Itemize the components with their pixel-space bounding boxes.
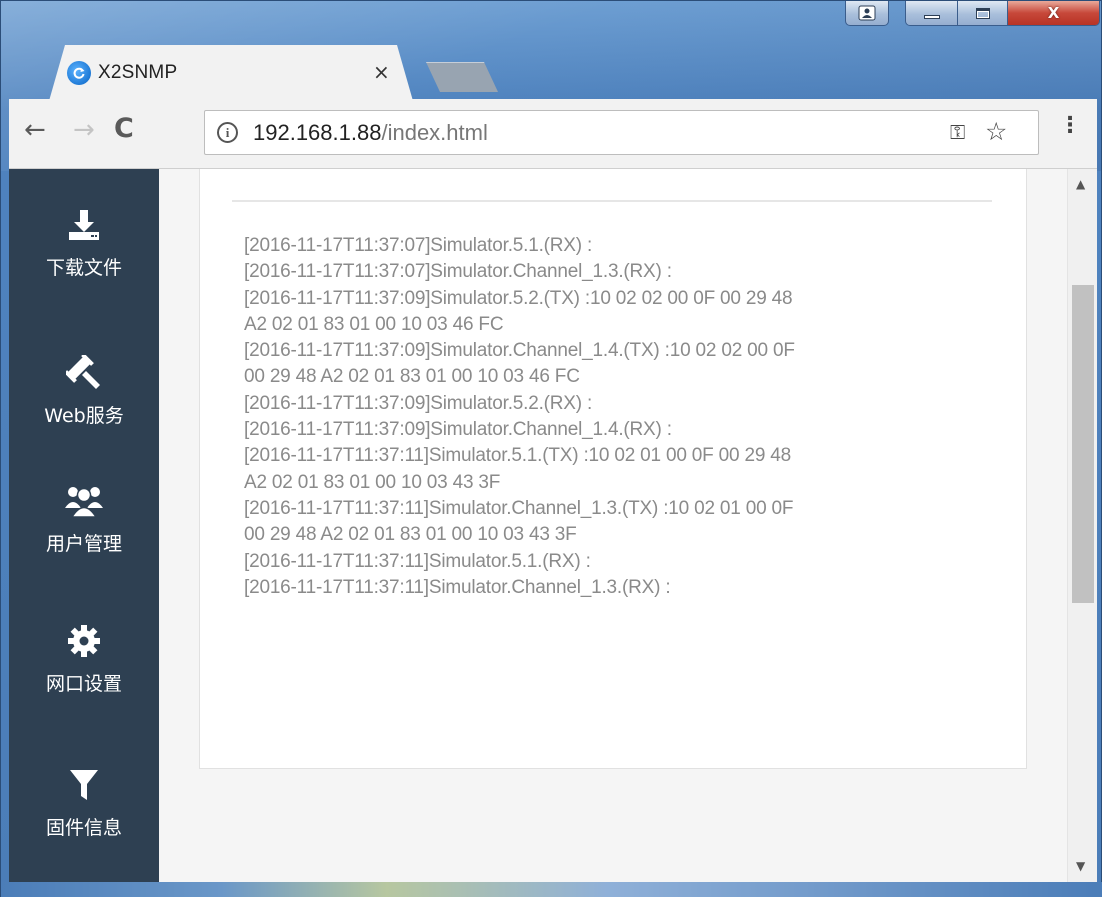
sidebar-item-label: 固件信息: [45, 817, 122, 839]
browser-window: X X2SNMP × ← → C i 192.168.1.88/index.ht…: [0, 0, 1102, 897]
download-icon: [64, 205, 104, 245]
log-line: [2016-11-17T11:37:09]Simulator.Channel_1…: [244, 340, 795, 362]
key-icon[interactable]: ⚿: [950, 120, 965, 144]
sidebar-item-label: 网口设置: [45, 673, 122, 695]
gear-icon: [64, 621, 104, 661]
users-icon: [64, 481, 104, 521]
forward-arrow-icon[interactable]: →: [73, 115, 95, 145]
panel-divider: [232, 200, 992, 202]
scroll-up-arrow-icon[interactable]: ▲: [1076, 177, 1085, 191]
window-caption-buttons: X: [905, 1, 1100, 26]
log-line: [2016-11-17T11:37:11]Simulator.5.1.(TX) …: [244, 445, 792, 467]
sidebar-item-firmware-info[interactable]: 固件信息: [9, 765, 159, 865]
page-viewport: 下载文件 Web服务 用户管理 网口设置 固件信息 [2016-11-17T11…: [9, 169, 1097, 882]
log-line: [2016-11-17T11:37:09]Simulator.Channel_1…: [244, 419, 672, 441]
log-line: [2016-11-17T11:37:09]Simulator.5.2.(TX) …: [244, 287, 793, 309]
tab-title: X2SNMP: [98, 62, 178, 83]
minimize-button[interactable]: [906, 1, 959, 25]
sidebar-item-web-service[interactable]: Web服务: [9, 353, 159, 453]
user-profile-button[interactable]: [845, 1, 889, 26]
sidebar-item-network-settings[interactable]: 网口设置: [9, 621, 159, 721]
gavel-icon: [64, 353, 104, 393]
sidebar-item-label: Web服务: [44, 405, 124, 427]
filter-icon: [64, 765, 104, 805]
log-line: [2016-11-17T11:37:07]Simulator.5.1.(RX) …: [244, 235, 593, 256]
reload-icon[interactable]: C: [114, 113, 134, 144]
sidebar: 下载文件 Web服务 用户管理 网口设置 固件信息: [9, 169, 159, 882]
log-line: [2016-11-17T11:37:11]Simulator.Channel_1…: [244, 576, 671, 598]
close-window-button[interactable]: X: [1007, 1, 1099, 25]
address-bar[interactable]: i 192.168.1.88/index.html ⚿ ☆: [204, 110, 1039, 155]
user-icon: [858, 5, 876, 21]
log-line: [2016-11-17T11:37:11]Simulator.Channel_1…: [244, 497, 794, 519]
sidebar-item-label: 用户管理: [45, 533, 122, 555]
url-path: /index.html: [381, 120, 488, 145]
sidebar-item-download[interactable]: 下载文件: [9, 205, 159, 305]
url-text[interactable]: 192.168.1.88/index.html: [253, 120, 488, 146]
log-line: [2016-11-17T11:37:11]Simulator.5.1.(RX) …: [244, 550, 591, 572]
log-line: A2 02 01 83 01 00 10 03 43 3F: [244, 471, 501, 493]
bookmark-star-icon[interactable]: ☆: [985, 117, 1007, 146]
sidebar-item-label: 下载文件: [45, 257, 122, 279]
back-arrow-icon[interactable]: ←: [24, 115, 46, 145]
sidebar-item-user-management[interactable]: 用户管理: [9, 481, 159, 581]
scroll-down-arrow-icon[interactable]: ▼: [1076, 859, 1085, 873]
new-tab-button[interactable]: [426, 62, 498, 92]
minimize-icon: [923, 15, 940, 19]
site-info-icon[interactable]: i: [217, 122, 238, 143]
tab-close-icon[interactable]: ×: [373, 60, 390, 84]
log-output: [2016-11-17T11:37:07]Simulator.5.1.(RX) …: [244, 233, 1004, 601]
browser-menu-icon[interactable]: ⋮: [1059, 115, 1081, 137]
page-scrollbar[interactable]: ▲ ▼: [1067, 169, 1097, 882]
log-line: A2 02 01 83 01 00 10 03 46 FC: [244, 313, 504, 335]
refresh-arrow-icon: [73, 67, 85, 79]
window-bottom-border: [1, 882, 1102, 897]
maximize-button[interactable]: [958, 1, 1008, 25]
log-line: 00 29 48 A2 02 01 83 01 00 10 03 43 3F: [244, 524, 577, 546]
maximize-icon: [975, 7, 990, 19]
scrollbar-thumb[interactable]: [1072, 285, 1094, 603]
url-host: 192.168.1.88: [253, 120, 382, 145]
log-line: [2016-11-17T11:37:09]Simulator.5.2.(RX) …: [244, 392, 593, 414]
browser-toolbar: ← → C i 192.168.1.88/index.html ⚿ ☆ ⋮: [9, 99, 1097, 169]
log-line: [2016-11-17T11:37:07]Simulator.Channel_1…: [244, 261, 672, 283]
close-icon: X: [1047, 4, 1060, 22]
log-panel: [2016-11-17T11:37:07]Simulator.5.1.(RX) …: [199, 169, 1027, 769]
x2snmp-logo-icon: [67, 61, 91, 85]
log-line: 00 29 48 A2 02 01 83 01 00 10 03 46 FC: [244, 366, 580, 388]
